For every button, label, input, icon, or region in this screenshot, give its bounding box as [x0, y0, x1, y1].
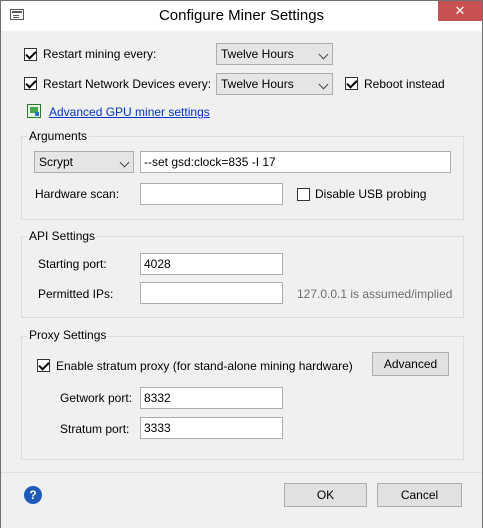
close-button[interactable]: ✕: [438, 1, 482, 21]
restart-mining-checkbox[interactable]: [24, 48, 37, 61]
restart-mining-interval-dropdown[interactable]: Twelve Hours: [216, 43, 333, 65]
window-title: Configure Miner Settings: [158, 7, 325, 24]
proxy-settings-group-title: Proxy Settings: [27, 328, 109, 342]
restart-mining-label: Restart mining every:: [43, 47, 157, 61]
proxy-advanced-button[interactable]: Advanced: [372, 352, 449, 376]
algorithm-dropdown[interactable]: Scrypt: [34, 151, 134, 173]
reboot-instead-label: Reboot instead: [364, 77, 445, 91]
disable-usb-probing-checkbox[interactable]: [297, 188, 310, 201]
stratum-port-value: 3333: [144, 421, 171, 435]
chevron-down-icon: [318, 79, 329, 90]
hardware-scan-label: Hardware scan:: [35, 187, 120, 201]
enable-stratum-proxy-checkbox[interactable]: [37, 359, 50, 372]
title-bar: Configure Miner Settings ✕: [1, 1, 482, 31]
stratum-port-input[interactable]: 3333: [140, 417, 283, 439]
arguments-group: [21, 136, 464, 220]
dialog-body: Restart mining every: Twelve Hours Resta…: [1, 31, 482, 528]
getwork-port-label: Getwork port:: [60, 391, 133, 405]
chevron-down-icon: [119, 157, 130, 168]
algorithm-value: Scrypt: [39, 155, 74, 169]
permitted-ips-hint: 127.0.0.1 is assumed/implied: [297, 287, 453, 301]
permitted-ips-label: Permitted IPs:: [38, 287, 114, 301]
restart-network-interval-value: Twelve Hours: [221, 77, 294, 91]
restart-network-interval-dropdown[interactable]: Twelve Hours: [216, 73, 333, 95]
chevron-down-icon: [318, 49, 329, 60]
permitted-ips-input[interactable]: [140, 282, 283, 304]
hardware-scan-input[interactable]: [140, 183, 283, 205]
starting-port-value: 4028: [144, 257, 171, 271]
api-settings-group-title: API Settings: [27, 229, 98, 243]
restart-network-checkbox[interactable]: [24, 77, 37, 90]
arguments-group-title: Arguments: [27, 129, 90, 143]
api-settings-group: [21, 236, 464, 318]
cancel-button[interactable]: Cancel: [377, 483, 462, 507]
starting-port-input[interactable]: 4028: [140, 253, 283, 275]
getwork-port-input[interactable]: 8332: [140, 387, 283, 409]
starting-port-label: Starting port:: [38, 257, 107, 271]
arguments-value: --set gsd:clock=835 -I 17: [144, 155, 276, 169]
configure-miner-settings-window: Configure Miner Settings ✕ Restart minin…: [0, 0, 483, 528]
getwork-port-value: 8332: [144, 391, 171, 405]
ok-button[interactable]: OK: [284, 483, 367, 507]
reboot-instead-checkbox[interactable]: [345, 77, 358, 90]
gpu-settings-icon: [27, 104, 41, 118]
stratum-port-label: Stratum port:: [60, 422, 130, 436]
help-icon[interactable]: ?: [24, 486, 42, 504]
restart-network-label: Restart Network Devices every:: [43, 77, 212, 91]
enable-stratum-proxy-label: Enable stratum proxy (for stand-alone mi…: [56, 359, 353, 373]
restart-mining-interval-value: Twelve Hours: [221, 47, 294, 61]
advanced-gpu-settings-link[interactable]: Advanced GPU miner settings: [49, 104, 210, 120]
disable-usb-probing-label: Disable USB probing: [315, 187, 427, 201]
arguments-input[interactable]: --set gsd:clock=835 -I 17: [140, 151, 451, 173]
